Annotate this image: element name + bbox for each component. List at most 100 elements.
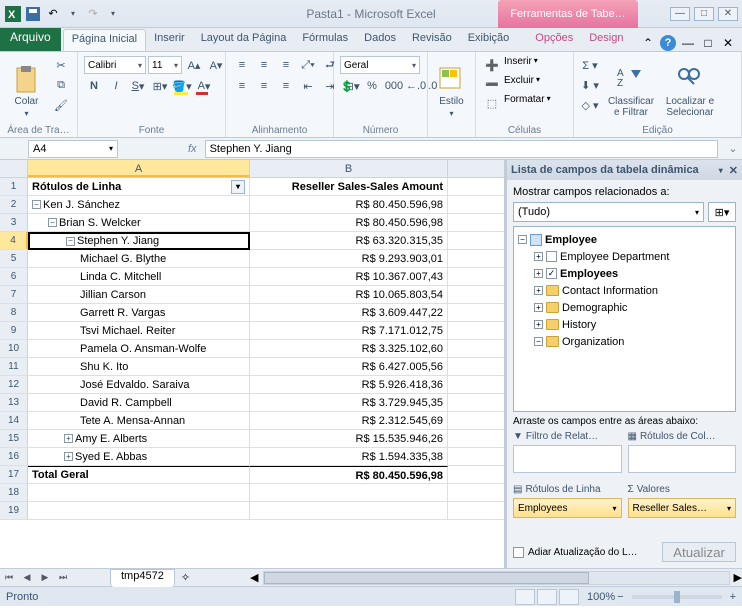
- hscroll-track[interactable]: [263, 571, 730, 585]
- row-header[interactable]: 10: [0, 340, 28, 357]
- row-header[interactable]: 1: [0, 178, 28, 195]
- column-header-a[interactable]: A: [28, 160, 250, 177]
- grow-font-icon[interactable]: A▴: [184, 56, 204, 74]
- font-color-icon[interactable]: A▾: [194, 77, 214, 95]
- zoom-in-icon[interactable]: +: [730, 591, 736, 603]
- tree-node-employee[interactable]: −Employee: [516, 231, 733, 248]
- pivot-value-cell[interactable]: R$ 1.594.335,38: [250, 448, 448, 465]
- autosum-icon[interactable]: Σ ▾: [580, 56, 600, 74]
- row-header[interactable]: 15: [0, 430, 28, 447]
- tab-next-icon[interactable]: ▶: [36, 572, 54, 583]
- pivot-value-cell[interactable]: R$ 9.293.903,01: [250, 250, 448, 267]
- restore-button[interactable]: □: [694, 7, 714, 21]
- formula-bar[interactable]: Stephen Y. Jiang: [205, 140, 718, 158]
- filter-dropdown-icon[interactable]: ▾: [231, 180, 245, 194]
- pane-close-icon[interactable]: ✕: [729, 164, 738, 177]
- pivot-row-label[interactable]: Michael G. Blythe: [28, 250, 250, 267]
- expand-formula-bar-icon[interactable]: ⌄: [724, 142, 742, 155]
- empty-cell[interactable]: [250, 502, 448, 519]
- italic-icon[interactable]: I: [106, 77, 126, 95]
- accounting-icon[interactable]: 💲▾: [340, 77, 360, 95]
- tab-review[interactable]: Revisão: [404, 29, 460, 51]
- underline-icon[interactable]: S▾: [128, 77, 148, 95]
- align-top-icon[interactable]: ≡: [232, 56, 252, 74]
- pivot-value-cell[interactable]: R$ 10.065.803,54: [250, 286, 448, 303]
- defer-checkbox[interactable]: [513, 547, 524, 558]
- tab-insert[interactable]: Inserir: [146, 29, 193, 51]
- format-cells-label[interactable]: Formatar: [504, 94, 545, 112]
- collapse-icon[interactable]: −: [66, 237, 75, 246]
- pivot-row-label[interactable]: Jillian Carson: [28, 286, 250, 303]
- doc-close-icon[interactable]: ✕: [720, 35, 736, 51]
- align-center-icon[interactable]: ≡: [254, 77, 274, 95]
- pivot-row-label[interactable]: José Edvaldo. Saraiva: [28, 376, 250, 393]
- number-format-combo[interactable]: Geral: [340, 56, 420, 74]
- view-pagebreak-icon[interactable]: [559, 589, 579, 605]
- bold-icon[interactable]: N: [84, 77, 104, 95]
- cut-icon[interactable]: ✂: [51, 56, 71, 74]
- row-header[interactable]: 7: [0, 286, 28, 303]
- pivot-value-cell[interactable]: R$ 3.729.945,35: [250, 394, 448, 411]
- pivot-row-label[interactable]: −Brian S. Welcker: [28, 214, 250, 231]
- area-filter-box[interactable]: [513, 445, 622, 473]
- tab-last-icon[interactable]: ⏭: [54, 572, 72, 583]
- pivot-value-cell[interactable]: R$ 63.320.315,35: [250, 232, 448, 249]
- value-field-chip[interactable]: Reseller Sales…▾: [628, 498, 737, 518]
- row-header[interactable]: 3: [0, 214, 28, 231]
- pivot-row-label[interactable]: Garrett R. Vargas: [28, 304, 250, 321]
- row-header[interactable]: 6: [0, 268, 28, 285]
- tab-file[interactable]: Arquivo: [0, 27, 61, 51]
- related-combo[interactable]: (Tudo)▾: [513, 202, 704, 222]
- format-painter-icon[interactable]: 🖌: [51, 96, 71, 114]
- tab-options[interactable]: Opções: [527, 29, 581, 51]
- decrease-indent-icon[interactable]: ⇤: [298, 77, 318, 95]
- pivot-value-cell[interactable]: R$ 15.535.946,26: [250, 430, 448, 447]
- pivot-row-label[interactable]: Tsvi Michael. Reiter: [28, 322, 250, 339]
- font-size-combo[interactable]: 11: [148, 56, 182, 74]
- zoom-out-icon[interactable]: −: [617, 591, 623, 603]
- help-icon[interactable]: ?: [660, 35, 676, 51]
- close-button[interactable]: ✕: [718, 7, 738, 21]
- find-select-button[interactable]: Localizar e Selecionar: [662, 56, 718, 118]
- row-header[interactable]: 9: [0, 322, 28, 339]
- pivot-row-label[interactable]: −Ken J. Sánchez: [28, 196, 250, 213]
- field-tree[interactable]: −Employee +Employee Department +✓Employe…: [513, 226, 736, 412]
- row-header[interactable]: 8: [0, 304, 28, 321]
- tree-node-employees[interactable]: +✓Employees: [516, 265, 733, 282]
- pivot-row-label[interactable]: Shu K. Ito: [28, 358, 250, 375]
- column-header-b[interactable]: B: [250, 160, 448, 177]
- copy-icon[interactable]: ⧉: [51, 76, 71, 94]
- row-header[interactable]: 17: [0, 466, 28, 483]
- redo-icon[interactable]: ↷: [84, 5, 102, 23]
- tab-prev-icon[interactable]: ◀: [18, 572, 36, 583]
- pivot-value-cell[interactable]: R$ 2.312.545,69: [250, 412, 448, 429]
- hscroll-left-icon[interactable]: ◀: [250, 571, 258, 584]
- grand-total-value[interactable]: R$ 80.450.596,98: [250, 466, 448, 483]
- doc-minimize-icon[interactable]: —: [680, 35, 696, 51]
- zoom-slider[interactable]: [632, 595, 722, 599]
- pivot-row-label[interactable]: +Syed E. Abbas: [28, 448, 250, 465]
- hscroll-right-icon[interactable]: ▶: [734, 571, 742, 584]
- paste-button[interactable]: Colar ▾: [6, 56, 47, 118]
- pivot-row-label[interactable]: David R. Campbell: [28, 394, 250, 411]
- pivot-value-cell[interactable]: R$ 80.450.596,98: [250, 214, 448, 231]
- align-left-icon[interactable]: ≡: [232, 77, 252, 95]
- shrink-font-icon[interactable]: A▾: [206, 56, 226, 74]
- insert-cells-icon[interactable]: ➕: [482, 56, 502, 74]
- pivot-value-header[interactable]: Reseller Sales-Sales Amount: [250, 178, 448, 195]
- sort-filter-button[interactable]: AZ Classificar e Filtrar: [604, 56, 658, 118]
- align-right-icon[interactable]: ≡: [276, 77, 296, 95]
- undo-icon[interactable]: ↶: [44, 5, 62, 23]
- undo-dropdown[interactable]: [64, 5, 82, 23]
- pivot-value-cell[interactable]: R$ 5.926.418,36: [250, 376, 448, 393]
- fill-icon[interactable]: ⬇ ▾: [580, 76, 600, 94]
- tab-formulas[interactable]: Fórmulas: [294, 29, 356, 51]
- clear-icon[interactable]: ◇ ▾: [580, 96, 600, 114]
- empty-cell[interactable]: [250, 484, 448, 501]
- fill-color-icon[interactable]: 🪣▾: [172, 77, 192, 95]
- tree-node-emp-dept[interactable]: +Employee Department: [516, 248, 733, 265]
- delete-cells-label[interactable]: Excluir: [504, 75, 534, 93]
- zoom-level[interactable]: 100%: [587, 591, 615, 603]
- qat-customize[interactable]: [104, 5, 122, 23]
- align-bottom-icon[interactable]: ≡: [276, 56, 296, 74]
